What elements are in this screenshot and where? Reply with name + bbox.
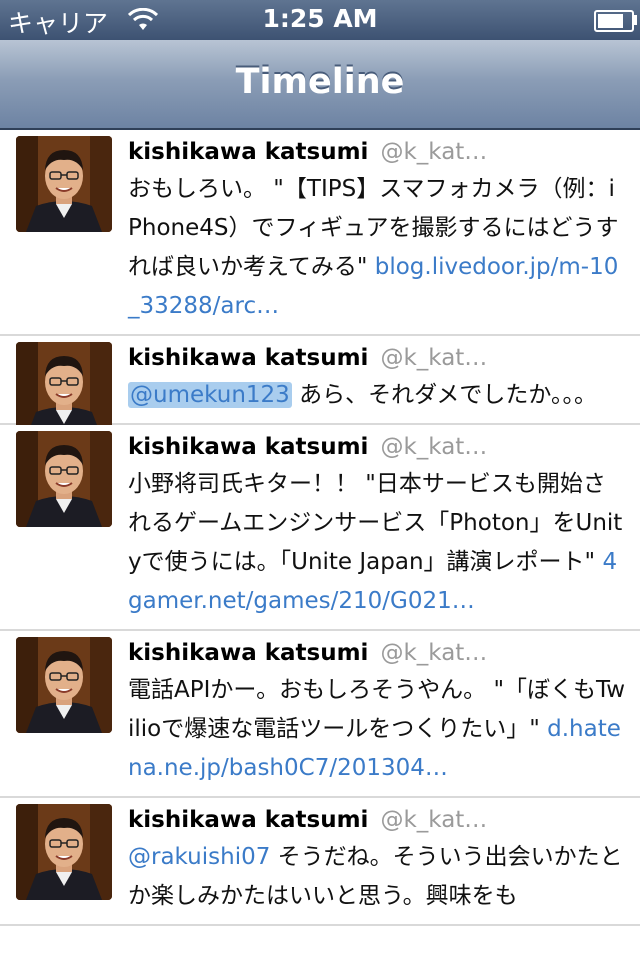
mention-link[interactable]: @umekun123	[128, 382, 292, 408]
navigation-bar: Timeline	[0, 40, 640, 130]
avatar[interactable]	[16, 431, 112, 527]
author-name: kishikawa katsumi	[128, 139, 369, 165]
tweet-text: 電話APIかー。おもしろそうやん。 "「ぼくもTwilioで爆速な電話ツールをつ…	[128, 671, 628, 788]
tweet-text-body: 小野将司氏キター！！ "日本サービスも開始されるゲームエンジンサービス「Phot…	[128, 471, 623, 575]
avatar[interactable]	[16, 804, 112, 900]
author-handle: @k_kat…	[380, 434, 488, 460]
avatar[interactable]	[16, 342, 112, 438]
tweet-cell[interactable]: kishikawa katsumi @k_kat… 小野将司氏キター！！ "日本サ…	[0, 425, 640, 631]
tweet-text-body: あら、それダメでしたか。。。	[291, 382, 597, 408]
author-name: kishikawa katsumi	[128, 640, 369, 666]
author-handle: @k_kat…	[380, 139, 488, 165]
author-name: kishikawa katsumi	[128, 807, 369, 833]
battery-icon	[594, 10, 634, 32]
mention-link[interactable]: @rakuishi07	[128, 844, 270, 870]
author-handle: @k_kat…	[380, 640, 488, 666]
status-bar: キャリア 1:25 AM	[0, 0, 640, 40]
avatar[interactable]	[16, 136, 112, 232]
tweet-text: @umekun123 あら、それダメでしたか。。。	[128, 376, 628, 415]
author-handle: @k_kat…	[380, 807, 488, 833]
author-handle: @k_kat…	[380, 345, 488, 371]
tweet-cell[interactable]: kishikawa katsumi @k_kat… 電話APIかー。おもしろそうや…	[0, 631, 640, 798]
tweet-text: おもしろい。 "【TIPS】スマフォカメラ（例：iPhone4S）でフィギュアを…	[128, 170, 628, 326]
page-title: Timeline	[235, 62, 405, 102]
tweet-cell[interactable]: kishikawa katsumi @k_kat… おもしろい。 "【TIPS】ス…	[0, 130, 640, 336]
tweet-cell[interactable]: kishikawa katsumi @k_kat… @umekun123 あら、そ…	[0, 336, 640, 438]
clock: 1:25 AM	[262, 4, 378, 33]
tweet-cell[interactable]: kishikawa katsumi @k_kat… @rakuishi07 そうだ…	[0, 798, 640, 926]
timeline-list[interactable]: kishikawa katsumi @k_kat… おもしろい。 "【TIPS】ス…	[0, 130, 640, 926]
tweet-text: @rakuishi07 そうだね。そういう出会いかたとか楽しみかたはいいと思う。…	[128, 838, 628, 916]
battery-tip	[634, 15, 637, 25]
tweet-text: 小野将司氏キター！！ "日本サービスも開始されるゲームエンジンサービス「Phot…	[128, 465, 628, 621]
author-name: kishikawa katsumi	[128, 345, 369, 371]
author-name: kishikawa katsumi	[128, 434, 369, 460]
avatar[interactable]	[16, 637, 112, 733]
